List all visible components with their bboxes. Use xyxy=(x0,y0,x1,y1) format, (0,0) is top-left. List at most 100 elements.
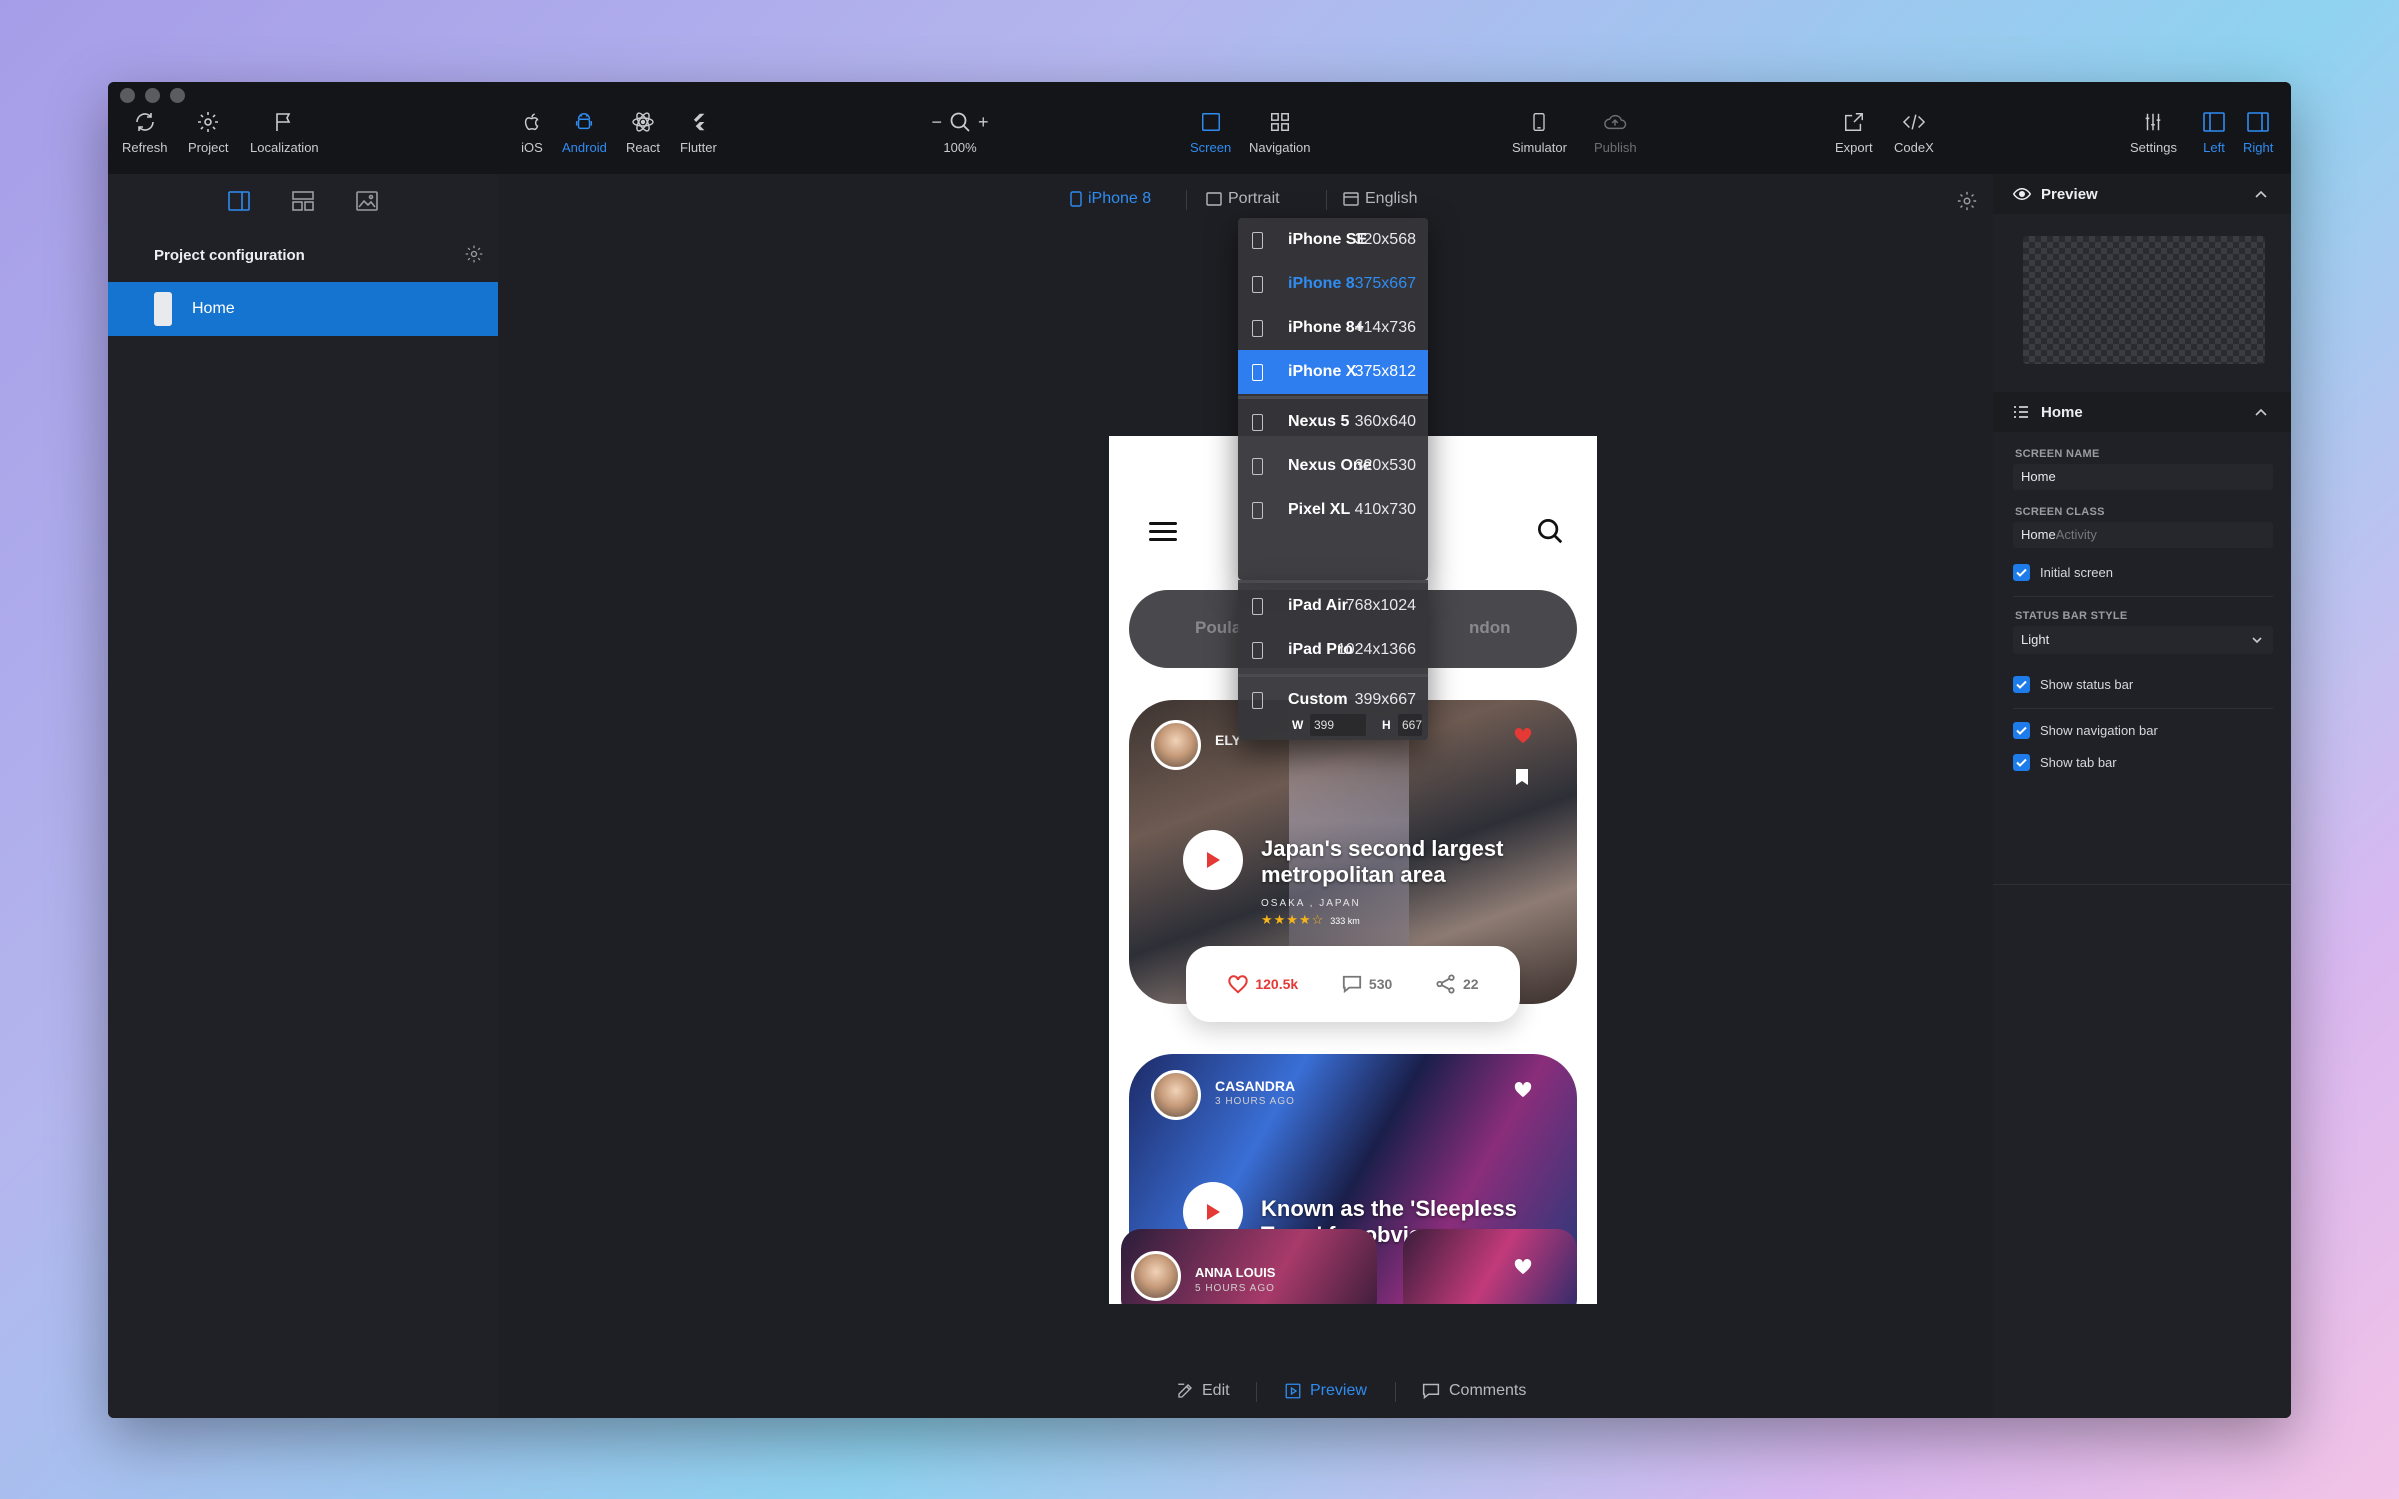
heart-icon[interactable] xyxy=(1513,1257,1533,1275)
device-label: iPhone 8 xyxy=(1088,190,1152,207)
zoom-out-button[interactable]: − xyxy=(931,112,942,133)
shares-stat[interactable]: 22 xyxy=(1435,974,1479,994)
device-option[interactable]: iPhone SE 320x568 xyxy=(1238,218,1428,262)
custom-width-input[interactable]: 399 xyxy=(1310,714,1366,736)
phone-icon xyxy=(1252,364,1263,381)
screen-button[interactable]: Screen xyxy=(1190,108,1231,155)
zoom-control: − + 100% xyxy=(925,108,995,156)
comments-stat[interactable]: 530 xyxy=(1341,974,1392,994)
image-icon xyxy=(356,191,378,211)
gear-icon[interactable] xyxy=(464,244,484,264)
screen-name-input[interactable]: Home xyxy=(2013,464,2273,490)
ios-button[interactable]: iOS xyxy=(518,108,546,155)
edit-tab[interactable]: Edit xyxy=(1176,1382,1230,1400)
preview-label: Preview xyxy=(1310,1382,1367,1399)
codex-button[interactable]: CodeX xyxy=(1894,108,1934,155)
heart-icon[interactable] xyxy=(1513,1080,1533,1098)
localization-button[interactable]: Localization xyxy=(250,108,319,155)
feed-card[interactable]: ANNA LOUIS 5 HOURS AGO xyxy=(1121,1229,1377,1304)
chevron-up-icon[interactable] xyxy=(2253,186,2269,202)
right-panel-toggle[interactable]: Right xyxy=(2243,108,2273,155)
card-title: Japan's second largest metropolitan area xyxy=(1261,836,1504,887)
play-button[interactable] xyxy=(1183,830,1243,890)
code-icon xyxy=(1900,108,1928,136)
card-author: CASANDRA xyxy=(1215,1078,1296,1094)
phone-icon xyxy=(1252,232,1263,249)
sidebar-icon xyxy=(228,191,250,211)
navigation-label: Navigation xyxy=(1249,140,1311,155)
assets-tab[interactable] xyxy=(354,190,380,212)
navigation-button[interactable]: Navigation xyxy=(1249,108,1310,155)
preview-section-header[interactable]: Preview xyxy=(1993,174,2291,214)
android-label: Android xyxy=(562,140,607,155)
minimize-window-button[interactable] xyxy=(145,88,160,103)
project-configuration[interactable]: Project configuration xyxy=(108,228,498,282)
portrait-icon xyxy=(1206,192,1222,206)
device-option[interactable]: Nexus 5 360x640 xyxy=(1238,400,1428,444)
custom-height-input[interactable]: 667 xyxy=(1398,714,1422,736)
tablet-icon xyxy=(1252,642,1263,659)
simulator-button[interactable]: Simulator xyxy=(1512,108,1567,155)
segment-left-label: Poula xyxy=(1195,618,1242,637)
android-button[interactable]: Android xyxy=(562,108,607,155)
chevron-up-icon[interactable] xyxy=(2253,404,2269,420)
search-icon[interactable] xyxy=(1535,516,1565,546)
preview-tab[interactable]: Preview xyxy=(1284,1382,1367,1400)
screen-class-input[interactable]: HomeActivity xyxy=(2013,522,2273,548)
device-option[interactable]: iPhone 8+ 414x736 xyxy=(1238,306,1428,350)
device-option[interactable]: Pixel XL 410x730 xyxy=(1238,488,1428,532)
hamburger-menu-icon[interactable] xyxy=(1149,522,1177,546)
comments-tab[interactable]: Comments xyxy=(1421,1382,1526,1400)
export-button[interactable]: Export xyxy=(1835,108,1873,155)
orientation-selector[interactable]: Portrait xyxy=(1206,190,1280,208)
checkmark-icon xyxy=(2013,676,2030,693)
show-status-bar-checkbox[interactable]: Show status bar xyxy=(2013,676,2133,693)
canvas-mode-bar: Edit Preview Comments xyxy=(498,1378,2000,1408)
phone-icon xyxy=(1252,414,1263,431)
publish-button[interactable]: Publish xyxy=(1594,108,1637,155)
project-button[interactable]: Project xyxy=(188,108,228,155)
export-icon xyxy=(1840,108,1868,136)
likes-stat[interactable]: 120.5k xyxy=(1227,974,1298,994)
flutter-button[interactable]: Flutter xyxy=(680,108,717,155)
maximize-window-button[interactable] xyxy=(170,88,185,103)
gear-icon[interactable] xyxy=(1956,190,1978,212)
comment-icon xyxy=(1342,975,1362,994)
heart-icon[interactable] xyxy=(1513,726,1533,744)
sliders-icon xyxy=(2139,108,2167,136)
home-section-title: Home xyxy=(2041,403,2083,421)
refresh-button[interactable]: Refresh xyxy=(122,108,168,155)
home-section-header[interactable]: Home xyxy=(1993,392,2291,432)
bookmark-icon[interactable] xyxy=(1515,768,1529,786)
status-bar-style-select[interactable]: Light xyxy=(2013,626,2273,654)
avatar xyxy=(1131,1251,1181,1301)
device-option[interactable]: iPad Air 768x1024 xyxy=(1238,584,1428,628)
zoom-in-button[interactable]: + xyxy=(978,112,989,133)
components-tab[interactable] xyxy=(290,190,316,212)
device-option[interactable]: iPad Pro 1024x1366 xyxy=(1238,628,1428,672)
screen-item-home[interactable]: Home xyxy=(108,282,498,336)
screens-tab[interactable] xyxy=(226,190,252,212)
language-selector[interactable]: English xyxy=(1343,190,1417,208)
react-button[interactable]: React xyxy=(626,108,660,155)
screen-thumbnail xyxy=(154,292,172,326)
show-navigation-bar-checkbox[interactable]: Show navigation bar xyxy=(2013,722,2158,739)
device-option-selected[interactable]: iPhone X 375x812 xyxy=(1238,350,1428,394)
phone-icon xyxy=(1252,502,1263,519)
screen-label: Screen xyxy=(1190,140,1232,155)
show-tab-bar-checkbox[interactable]: Show tab bar xyxy=(2013,754,2117,771)
right-label: Right xyxy=(2243,140,2274,155)
initial-screen-checkbox[interactable]: Initial screen xyxy=(2013,564,2113,581)
left-label: Left xyxy=(2203,140,2225,155)
settings-button[interactable]: Settings xyxy=(2130,108,2177,155)
device-dropdown: iPhone SE 320x568 iPhone 8 375x667 iPhon… xyxy=(1238,218,1428,580)
feed-card[interactable] xyxy=(1403,1229,1577,1304)
canvas-options-bar: iPhone 8 Portrait English xyxy=(498,174,2000,224)
device-option[interactable]: Nexus One 320x530 xyxy=(1238,444,1428,488)
device-dropdown-continued: iPad Air 768x1024 iPad Pro 1024x1366 Cus… xyxy=(1238,580,1428,740)
close-window-button[interactable] xyxy=(120,88,135,103)
device-option[interactable]: iPhone 8 375x667 xyxy=(1238,262,1428,306)
project-label: Project xyxy=(188,140,229,155)
device-selector[interactable]: iPhone 8 xyxy=(1070,190,1151,208)
left-panel-toggle[interactable]: Left xyxy=(2200,108,2228,155)
